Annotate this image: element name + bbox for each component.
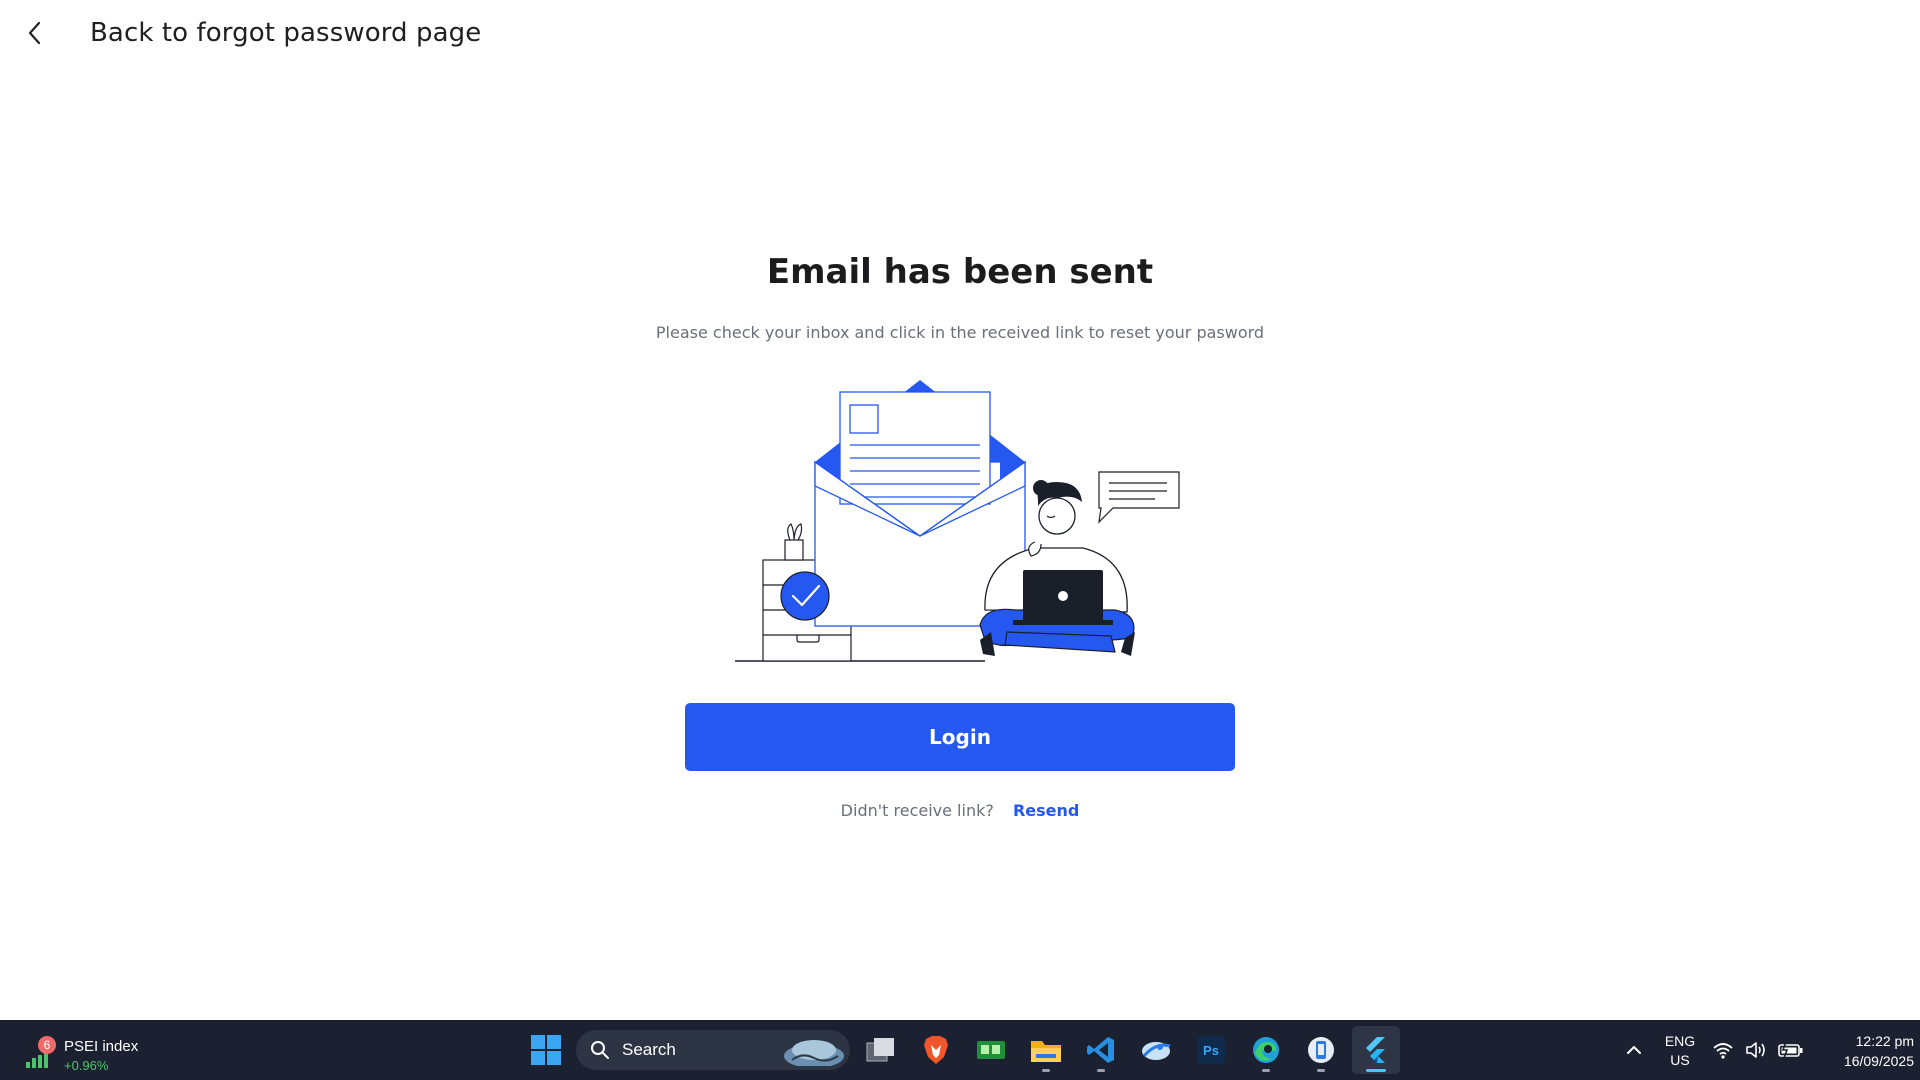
top-bar: Back to forgot password page <box>0 0 1920 68</box>
running-indicator <box>1317 1069 1325 1072</box>
notification-badge: 6 <box>38 1036 56 1054</box>
taskbar: 6 PSEI index +0.96% Search Ps ENG US 12:… <box>0 1020 1920 1080</box>
battery-icon <box>1778 1042 1803 1058</box>
app-window: Back to forgot password page Email has b… <box>0 0 1920 1020</box>
start-button[interactable] <box>524 1028 568 1072</box>
flutter-icon[interactable] <box>1352 1026 1400 1074</box>
vscode-icon[interactable] <box>1077 1026 1125 1074</box>
clock-date: 16/09/2025 <box>1843 1053 1914 1069</box>
wifi-icon <box>1713 1043 1733 1059</box>
edge-browser-icon[interactable] <box>1242 1026 1290 1074</box>
search-highlight-icon <box>784 1040 844 1066</box>
clock-time: 12:22 pm <box>1855 1033 1914 1049</box>
stock-widget[interactable]: 6 PSEI index +0.96% <box>22 1028 152 1073</box>
show-hidden-icons-button[interactable] <box>1620 1036 1648 1064</box>
back-link-label[interactable]: Back to forgot password page <box>90 18 481 48</box>
resend-link[interactable]: Resend <box>1013 801 1079 820</box>
chevron-left-icon <box>28 21 41 45</box>
phone-app-icon[interactable] <box>1297 1026 1345 1074</box>
system-tray-quick-settings[interactable] <box>1712 1036 1804 1064</box>
windows-logo-icon <box>531 1035 561 1065</box>
region-code: US <box>1670 1052 1690 1068</box>
volume-icon <box>1746 1042 1765 1058</box>
taskbar-search[interactable]: Search <box>576 1030 850 1070</box>
svg-text:Ps: Ps <box>1203 1043 1219 1058</box>
system-clock[interactable]: 12:22 pm 16/09/2025 <box>1806 1031 1914 1071</box>
running-indicator <box>1262 1069 1270 1072</box>
brave-browser-icon[interactable] <box>912 1026 960 1074</box>
page-title: Email has been sent <box>766 252 1154 292</box>
language-indicator[interactable]: ENG US <box>1656 1032 1704 1070</box>
widget-change: +0.96% <box>64 1058 109 1073</box>
chevron-up-icon <box>1627 1046 1641 1054</box>
back-button[interactable] <box>18 14 52 52</box>
search-icon <box>591 1041 609 1059</box>
language-code: ENG <box>1664 1033 1696 1049</box>
login-button[interactable]: Login <box>685 703 1235 771</box>
resend-row: Didn't receive link? Resend <box>0 801 1920 820</box>
file-explorer-icon[interactable] <box>1022 1026 1070 1074</box>
task-view-icon[interactable] <box>857 1026 905 1074</box>
dbeaver-icon[interactable] <box>1132 1026 1180 1074</box>
widget-title: PSEI index <box>64 1038 139 1055</box>
system-monitor-icon[interactable] <box>967 1026 1015 1074</box>
email-sent-illustration <box>735 380 1180 662</box>
resend-question: Didn't receive link? <box>840 801 994 820</box>
search-placeholder: Search <box>622 1040 676 1059</box>
page-subtitle: Please check your inbox and click in the… <box>655 323 1265 342</box>
photoshop-icon[interactable]: Ps <box>1187 1026 1235 1074</box>
active-indicator <box>1366 1069 1386 1072</box>
running-indicator <box>1042 1069 1050 1072</box>
running-indicator <box>1097 1069 1105 1072</box>
